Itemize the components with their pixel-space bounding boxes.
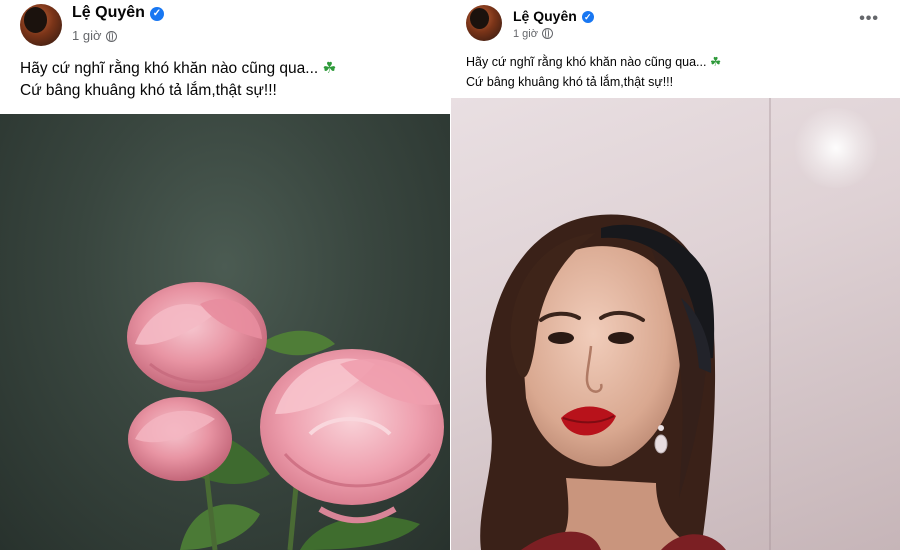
verified-badge-icon: ✓	[581, 11, 594, 23]
post-timestamp[interactable]: 1 giờ	[513, 28, 538, 40]
caption-line-2: Cứ bâng khuâng khó tả lắm,thật sự!!!	[466, 75, 674, 89]
author-name[interactable]: Lệ Quyên	[513, 8, 577, 24]
selfie-photo[interactable]	[451, 98, 900, 550]
clover-emoji-icon: ☘	[709, 55, 722, 69]
post-caption: Hãy cứ nghĩ rằng khó khăn nào cũng qua..…	[466, 52, 721, 92]
globe-icon	[541, 28, 553, 39]
author-avatar[interactable]	[20, 4, 62, 46]
author-avatar[interactable]	[466, 5, 502, 41]
more-options-icon[interactable]: •••	[859, 10, 879, 28]
caption-line-1: Hãy cứ nghĩ rằng khó khăn nào cũng qua..…	[466, 55, 707, 69]
globe-icon	[105, 31, 117, 42]
caption-line-2: Cứ bâng khuâng khó tả lắm,thật sự!!!	[20, 82, 277, 99]
post-timestamp[interactable]: 1 giờ	[72, 28, 102, 43]
peony-flowers-photo[interactable]	[0, 114, 450, 550]
verified-badge-icon: ✓	[149, 7, 164, 21]
clover-emoji-icon: ☘	[322, 60, 337, 77]
caption-line-1: Hãy cứ nghĩ rằng khó khăn nào cũng qua..…	[20, 60, 319, 77]
post-caption: Hãy cứ nghĩ rằng khó khăn nào cũng qua..…	[20, 58, 336, 102]
author-name-row: Lệ Quyên ✓	[513, 8, 594, 24]
post-meta: 1 giờ	[513, 28, 553, 40]
author-name-row: Lệ Quyên ✓	[72, 4, 164, 22]
facebook-post-right: Lệ Quyên ✓ 1 giờ ••• Hãy cứ nghĩ rằng khó…	[450, 0, 900, 550]
author-name[interactable]: Lệ Quyên	[72, 4, 145, 21]
post-meta: 1 giờ	[72, 28, 117, 43]
facebook-post-left: Lệ Quyên ✓ 1 giờ Hãy cứ nghĩ rằng khó khă…	[0, 0, 450, 550]
